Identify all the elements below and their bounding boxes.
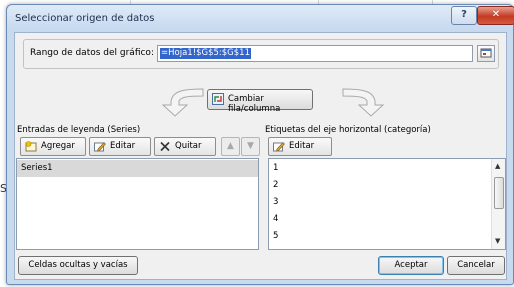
switch-row-column-button[interactable]: Cambiar fila/columna bbox=[207, 89, 313, 114]
edit-axis-labels-label: Editar bbox=[289, 141, 315, 151]
switch-row-column-icon bbox=[212, 93, 224, 105]
data-range-input[interactable]: =Hoja1!$G$5:$G$11 bbox=[157, 45, 473, 62]
category-scrollbar[interactable]: ▲ ▼ bbox=[491, 159, 505, 249]
arrow-down-icon: ▼ bbox=[247, 141, 254, 151]
edit-series-button[interactable]: Editar bbox=[89, 137, 151, 156]
move-up-button[interactable]: ▲ bbox=[221, 137, 240, 156]
add-series-label: Agregar bbox=[41, 141, 75, 151]
category-item[interactable]: 3 bbox=[269, 194, 278, 211]
edit-axis-icon bbox=[273, 142, 285, 152]
remove-icon bbox=[160, 141, 170, 152]
move-down-button[interactable]: ▼ bbox=[241, 137, 260, 156]
select-data-source-dialog: Seleccionar origen de datos ? ✕ Rango de… bbox=[6, 4, 514, 285]
collapse-range-icon bbox=[480, 48, 492, 58]
switch-row-column-label: Cambiar fila/columna bbox=[228, 94, 281, 114]
edit-axis-labels-button[interactable]: Editar bbox=[268, 137, 332, 156]
arrow-up-icon: ▲ bbox=[227, 141, 234, 151]
add-series-button[interactable]: Agregar bbox=[20, 137, 86, 156]
category-list[interactable]: 1 2 3 4 5 ▲ ▼ bbox=[268, 158, 506, 250]
hidden-empty-cells-button[interactable]: Celdas ocultas y vacías bbox=[18, 256, 138, 275]
close-icon: ✕ bbox=[491, 9, 501, 20]
help-button[interactable]: ? bbox=[451, 6, 477, 25]
data-range-group: Rango de datos del gráfico: =Hoja1!$G$5:… bbox=[23, 39, 499, 69]
edit-series-icon bbox=[94, 142, 106, 152]
cancel-button[interactable]: Cancelar bbox=[447, 256, 505, 275]
title-bar[interactable]: Seleccionar origen de datos ? ✕ bbox=[7, 5, 514, 31]
ok-label: Aceptar bbox=[394, 260, 428, 270]
axis-labels-label: Etiquetas del eje horizontal (categoría) bbox=[265, 125, 431, 135]
ok-button[interactable]: Aceptar bbox=[378, 256, 444, 275]
data-range-value: =Hoja1!$G$5:$G$11 bbox=[160, 48, 251, 59]
remove-series-label: Quitar bbox=[175, 141, 202, 151]
collapse-dialog-button[interactable] bbox=[477, 45, 495, 62]
series-list[interactable]: Series1 bbox=[16, 158, 259, 250]
arrow-left-down-icon bbox=[161, 88, 204, 117]
dialog-body: Rango de datos del gráfico: =Hoja1!$G$5:… bbox=[14, 32, 507, 280]
scroll-up-icon[interactable]: ▲ bbox=[495, 162, 500, 170]
remove-series-button[interactable]: Quitar bbox=[154, 137, 216, 156]
dialog-title: Seleccionar origen de datos bbox=[15, 13, 155, 24]
category-item[interactable]: 1 bbox=[269, 160, 278, 177]
close-button[interactable]: ✕ bbox=[477, 6, 514, 25]
cancel-label: Cancelar bbox=[457, 260, 495, 270]
category-item[interactable]: 5 bbox=[269, 228, 278, 245]
data-range-label: Rango de datos del gráfico: bbox=[30, 48, 154, 58]
series-list-item[interactable]: Series1 bbox=[17, 160, 258, 177]
category-item[interactable]: 4 bbox=[269, 211, 278, 228]
hidden-empty-cells-label: Celdas ocultas y vacías bbox=[28, 260, 128, 270]
arrow-right-down-icon bbox=[342, 88, 385, 117]
scrollbar-thumb[interactable] bbox=[494, 177, 504, 209]
scroll-down-icon[interactable]: ▼ bbox=[495, 237, 500, 245]
legend-entries-label: Entradas de leyenda (Series) bbox=[17, 125, 141, 135]
help-icon: ? bbox=[461, 9, 467, 20]
edit-series-label: Editar bbox=[110, 141, 136, 151]
add-series-icon bbox=[25, 141, 37, 152]
category-item[interactable]: 2 bbox=[269, 177, 278, 194]
